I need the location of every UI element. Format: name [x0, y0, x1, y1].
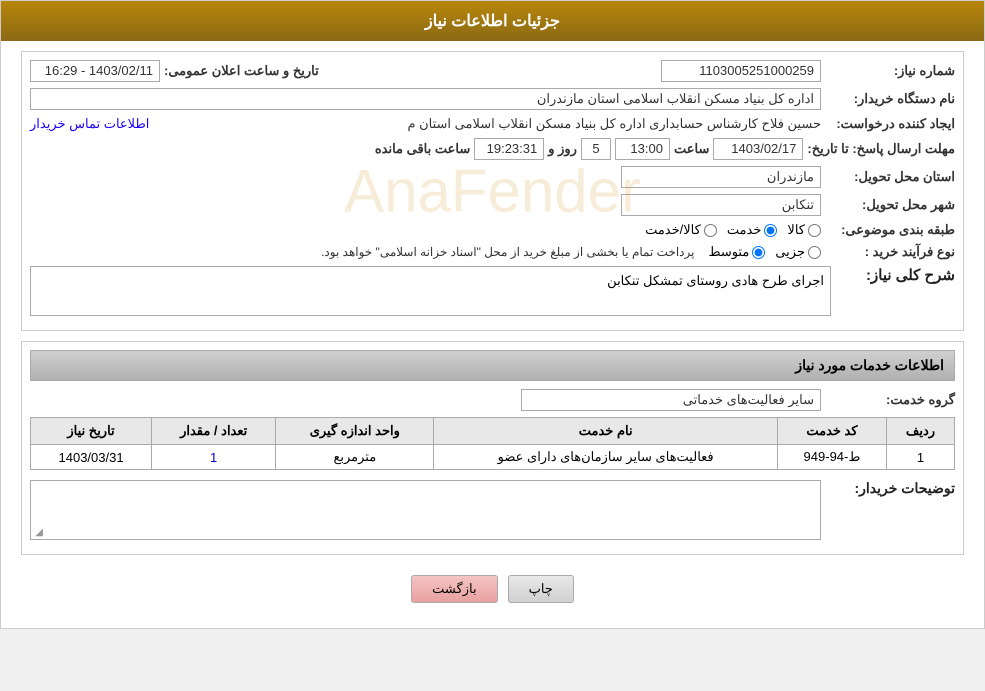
send-remaining: 19:23:31	[474, 138, 544, 160]
services-table: ردیف کد خدمت نام خدمت واحد اندازه گیری ت…	[30, 417, 955, 470]
send-deadline-label: مهلت ارسال پاسخ: تا تاریخ:	[807, 141, 955, 157]
radio-khedmat-input[interactable]	[764, 224, 777, 237]
city-label: شهر محل تحویل:	[825, 197, 955, 213]
page-wrapper: جزئیات اطلاعات نیاز AnaFender شماره نیاز…	[0, 0, 985, 629]
radio-motavasset-label: متوسط	[708, 244, 749, 260]
cell-row: 1	[886, 445, 954, 470]
radio-kala-khedmat: کالا/خدمت	[645, 222, 717, 238]
radio-kala: کالا	[787, 222, 821, 238]
province-label: استان محل تحویل:	[825, 169, 955, 185]
col-name: نام خدمت	[434, 418, 778, 445]
buyer-org-value: اداره کل بنیاد مسکن انقلاب اسلامی استان …	[30, 88, 821, 110]
service-group-label: گروه خدمت:	[825, 392, 955, 408]
buyer-desc-box: ◢	[30, 480, 821, 540]
creator-label: ایجاد کننده درخواست:	[825, 116, 955, 132]
radio-khedmat-label: خدمت	[727, 222, 762, 238]
send-days-label: روز و	[548, 141, 577, 157]
table-header-row: ردیف کد خدمت نام خدمت واحد اندازه گیری ت…	[31, 418, 955, 445]
page-title: جزئیات اطلاعات نیاز	[425, 13, 560, 30]
table-row: 1 ط-94-949 فعالیت‌های سایر سازمان‌های دا…	[31, 445, 955, 470]
services-section-title: اطلاعات خدمات مورد نیاز	[30, 350, 955, 381]
cell-unit: مترمربع	[276, 445, 434, 470]
send-date: 1403/02/17	[713, 138, 803, 160]
creator-row: ایجاد کننده درخواست: حسین فلاح کارشناس ح…	[30, 116, 955, 132]
need-number-label: شماره نیاز:	[825, 63, 955, 79]
announce-date-label: تاریخ و ساعت اعلان عمومی:	[164, 63, 319, 79]
send-deadline-row: مهلت ارسال پاسخ: تا تاریخ: 1403/02/17 سا…	[30, 138, 955, 160]
radio-khedmat: خدمت	[727, 222, 778, 238]
table-body: 1 ط-94-949 فعالیت‌های سایر سازمان‌های دا…	[31, 445, 955, 470]
need-desc-box: اجرای طرح هادی روستای تمشکل تنکابن	[30, 266, 831, 316]
button-row: چاپ بازگشت	[21, 565, 964, 618]
need-desc-row: شرح کلی نیاز: اجرای طرح هادی روستای تمشک…	[30, 266, 955, 316]
radio-jozi-input[interactable]	[808, 246, 821, 259]
need-desc-label: شرح کلی نیاز:	[835, 266, 955, 284]
province-value: مازندران	[621, 166, 821, 188]
info-section: AnaFender شماره نیاز: 1103005251000259 ت…	[21, 51, 964, 331]
service-group-row: گروه خدمت: سایر فعالیت‌های خدماتی	[30, 389, 955, 411]
need-number-value: 1103005251000259	[661, 60, 821, 82]
col-row: ردیف	[886, 418, 954, 445]
creator-value: حسین فلاح کارشناس حسابداری اداره کل بنیا…	[153, 116, 821, 132]
need-desc-value: اجرای طرح هادی روستای تمشکل تنکابن	[607, 273, 824, 288]
buyer-org-row: نام دستگاه خریدار: اداره کل بنیاد مسکن ا…	[30, 88, 955, 110]
col-code: کد خدمت	[777, 418, 886, 445]
radio-motavasset: متوسط	[708, 244, 765, 260]
send-days: 5	[581, 138, 611, 160]
radio-kala-input[interactable]	[808, 224, 821, 237]
radio-kala-label: کالا	[787, 222, 805, 238]
cell-date: 1403/03/31	[31, 445, 152, 470]
radio-motavasset-input[interactable]	[752, 246, 765, 259]
buyer-desc-row: توضیحات خریدار: ◢	[30, 480, 955, 540]
back-button[interactable]: بازگشت	[411, 575, 497, 603]
radio-kala-khedmat-input[interactable]	[704, 224, 717, 237]
city-value: تنکابن	[621, 194, 821, 216]
send-remaining-label: ساعت باقی مانده	[375, 141, 470, 157]
city-row: شهر محل تحویل: تنکابن	[30, 194, 955, 216]
purchase-radio-group: جزیی متوسط	[708, 244, 821, 260]
category-label: طبقه بندی موضوعی:	[825, 222, 955, 238]
purchase-type-row: نوع فرآیند خرید : جزیی متوسط پرداخت تمام…	[30, 244, 955, 260]
radio-kala-khedmat-label: کالا/خدمت	[645, 222, 701, 238]
purchase-note: پرداخت تمام یا بخشی از مبلغ خرید از محل …	[321, 245, 694, 259]
cell-name: فعالیت‌های سایر سازمان‌های دارای عضو	[434, 445, 778, 470]
radio-jozi: جزیی	[775, 244, 821, 260]
col-qty: تعداد / مقدار	[152, 418, 276, 445]
province-row: استان محل تحویل: مازندران	[30, 166, 955, 188]
category-row: طبقه بندی موضوعی: کالا خدمت کالا/خدمت	[30, 222, 955, 238]
services-section: اطلاعات خدمات مورد نیاز گروه خدمت: سایر …	[21, 341, 964, 555]
cell-qty: 1	[152, 445, 276, 470]
purchase-type-label: نوع فرآیند خرید :	[825, 244, 955, 260]
col-date: تاریخ نیاز	[31, 418, 152, 445]
send-time-label: ساعت	[674, 141, 709, 157]
buyer-desc-label: توضیحات خریدار:	[825, 480, 955, 497]
table-head: ردیف کد خدمت نام خدمت واحد اندازه گیری ت…	[31, 418, 955, 445]
buyer-org-label: نام دستگاه خریدار:	[825, 91, 955, 107]
page-header: جزئیات اطلاعات نیاز	[1, 1, 984, 41]
category-radio-group: کالا خدمت کالا/خدمت	[645, 222, 821, 238]
creator-link[interactable]: اطلاعات تماس خریدار	[30, 116, 149, 132]
need-number-row: شماره نیاز: 1103005251000259 تاریخ و ساع…	[30, 60, 955, 82]
cell-code: ط-94-949	[777, 445, 886, 470]
send-time: 13:00	[615, 138, 670, 160]
service-group-value: سایر فعالیت‌های خدماتی	[521, 389, 821, 411]
content-area: AnaFender شماره نیاز: 1103005251000259 ت…	[1, 41, 984, 628]
resize-handle: ◢	[33, 527, 43, 537]
announce-date-value: 1403/02/11 - 16:29	[30, 60, 160, 82]
print-button[interactable]: چاپ	[508, 575, 574, 603]
radio-jozi-label: جزیی	[775, 244, 805, 260]
col-unit: واحد اندازه گیری	[276, 418, 434, 445]
